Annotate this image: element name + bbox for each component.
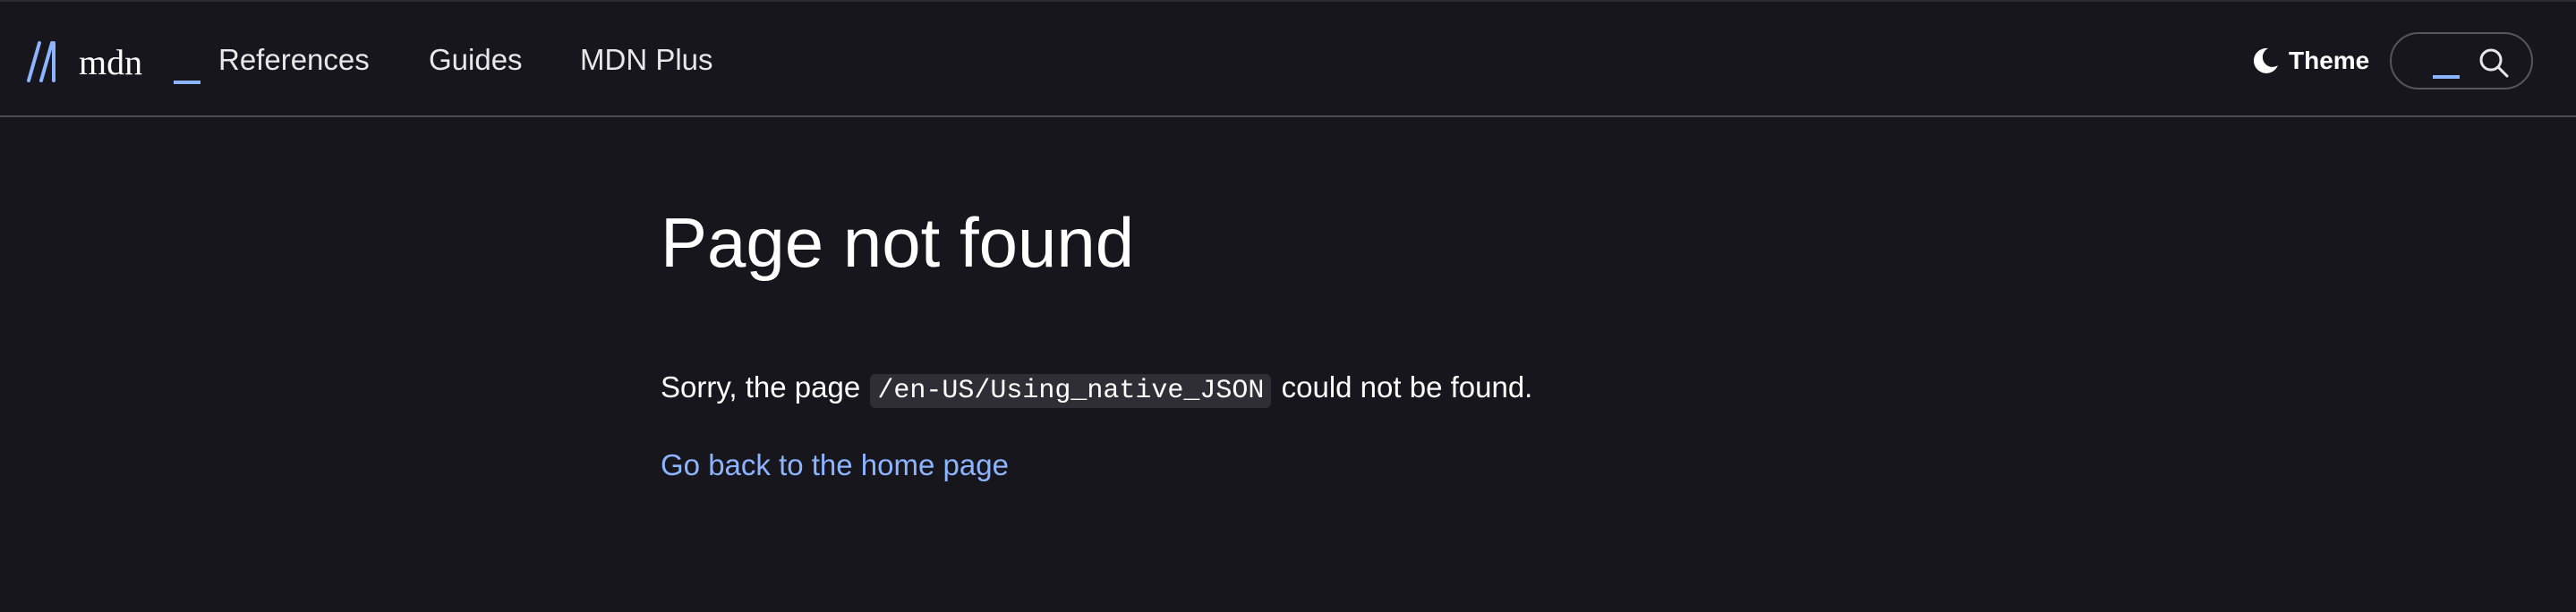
theme-label: Theme	[2289, 47, 2370, 74]
missing-page-path: /en-US/Using_native_JSON	[870, 374, 1272, 408]
moon-icon	[2253, 47, 2278, 73]
mdn-logo-link[interactable]: mdn	[27, 41, 200, 88]
nav-item-mdn-plus[interactable]: MDN Plus	[580, 42, 713, 78]
not-found-message: Sorry, the page /en-US/Using_native_JSON…	[661, 369, 1532, 410]
nav-item-references[interactable]: References	[218, 42, 370, 78]
nav-item-guides[interactable]: Guides	[429, 42, 523, 78]
top-navigation-bar: mdn References Guides MDN Plus Theme	[0, 0, 2576, 117]
message-prefix: Sorry, the page	[661, 370, 861, 404]
main-content: Page not found Sorry, the page /en-US/Us…	[0, 119, 2576, 612]
message-suffix: could not be found.	[1281, 370, 1533, 404]
mdn-logo-icon	[27, 41, 55, 82]
logo-underscore	[174, 81, 200, 84]
page-title: Page not found	[661, 203, 1135, 282]
logo-text: mdn	[79, 42, 143, 82]
search-icon	[2479, 48, 2509, 78]
home-page-link[interactable]: Go back to the home page	[661, 446, 1009, 484]
search-cursor	[2433, 75, 2460, 79]
search-button[interactable]	[2390, 32, 2533, 89]
theme-button[interactable]: Theme	[2248, 41, 2370, 81]
